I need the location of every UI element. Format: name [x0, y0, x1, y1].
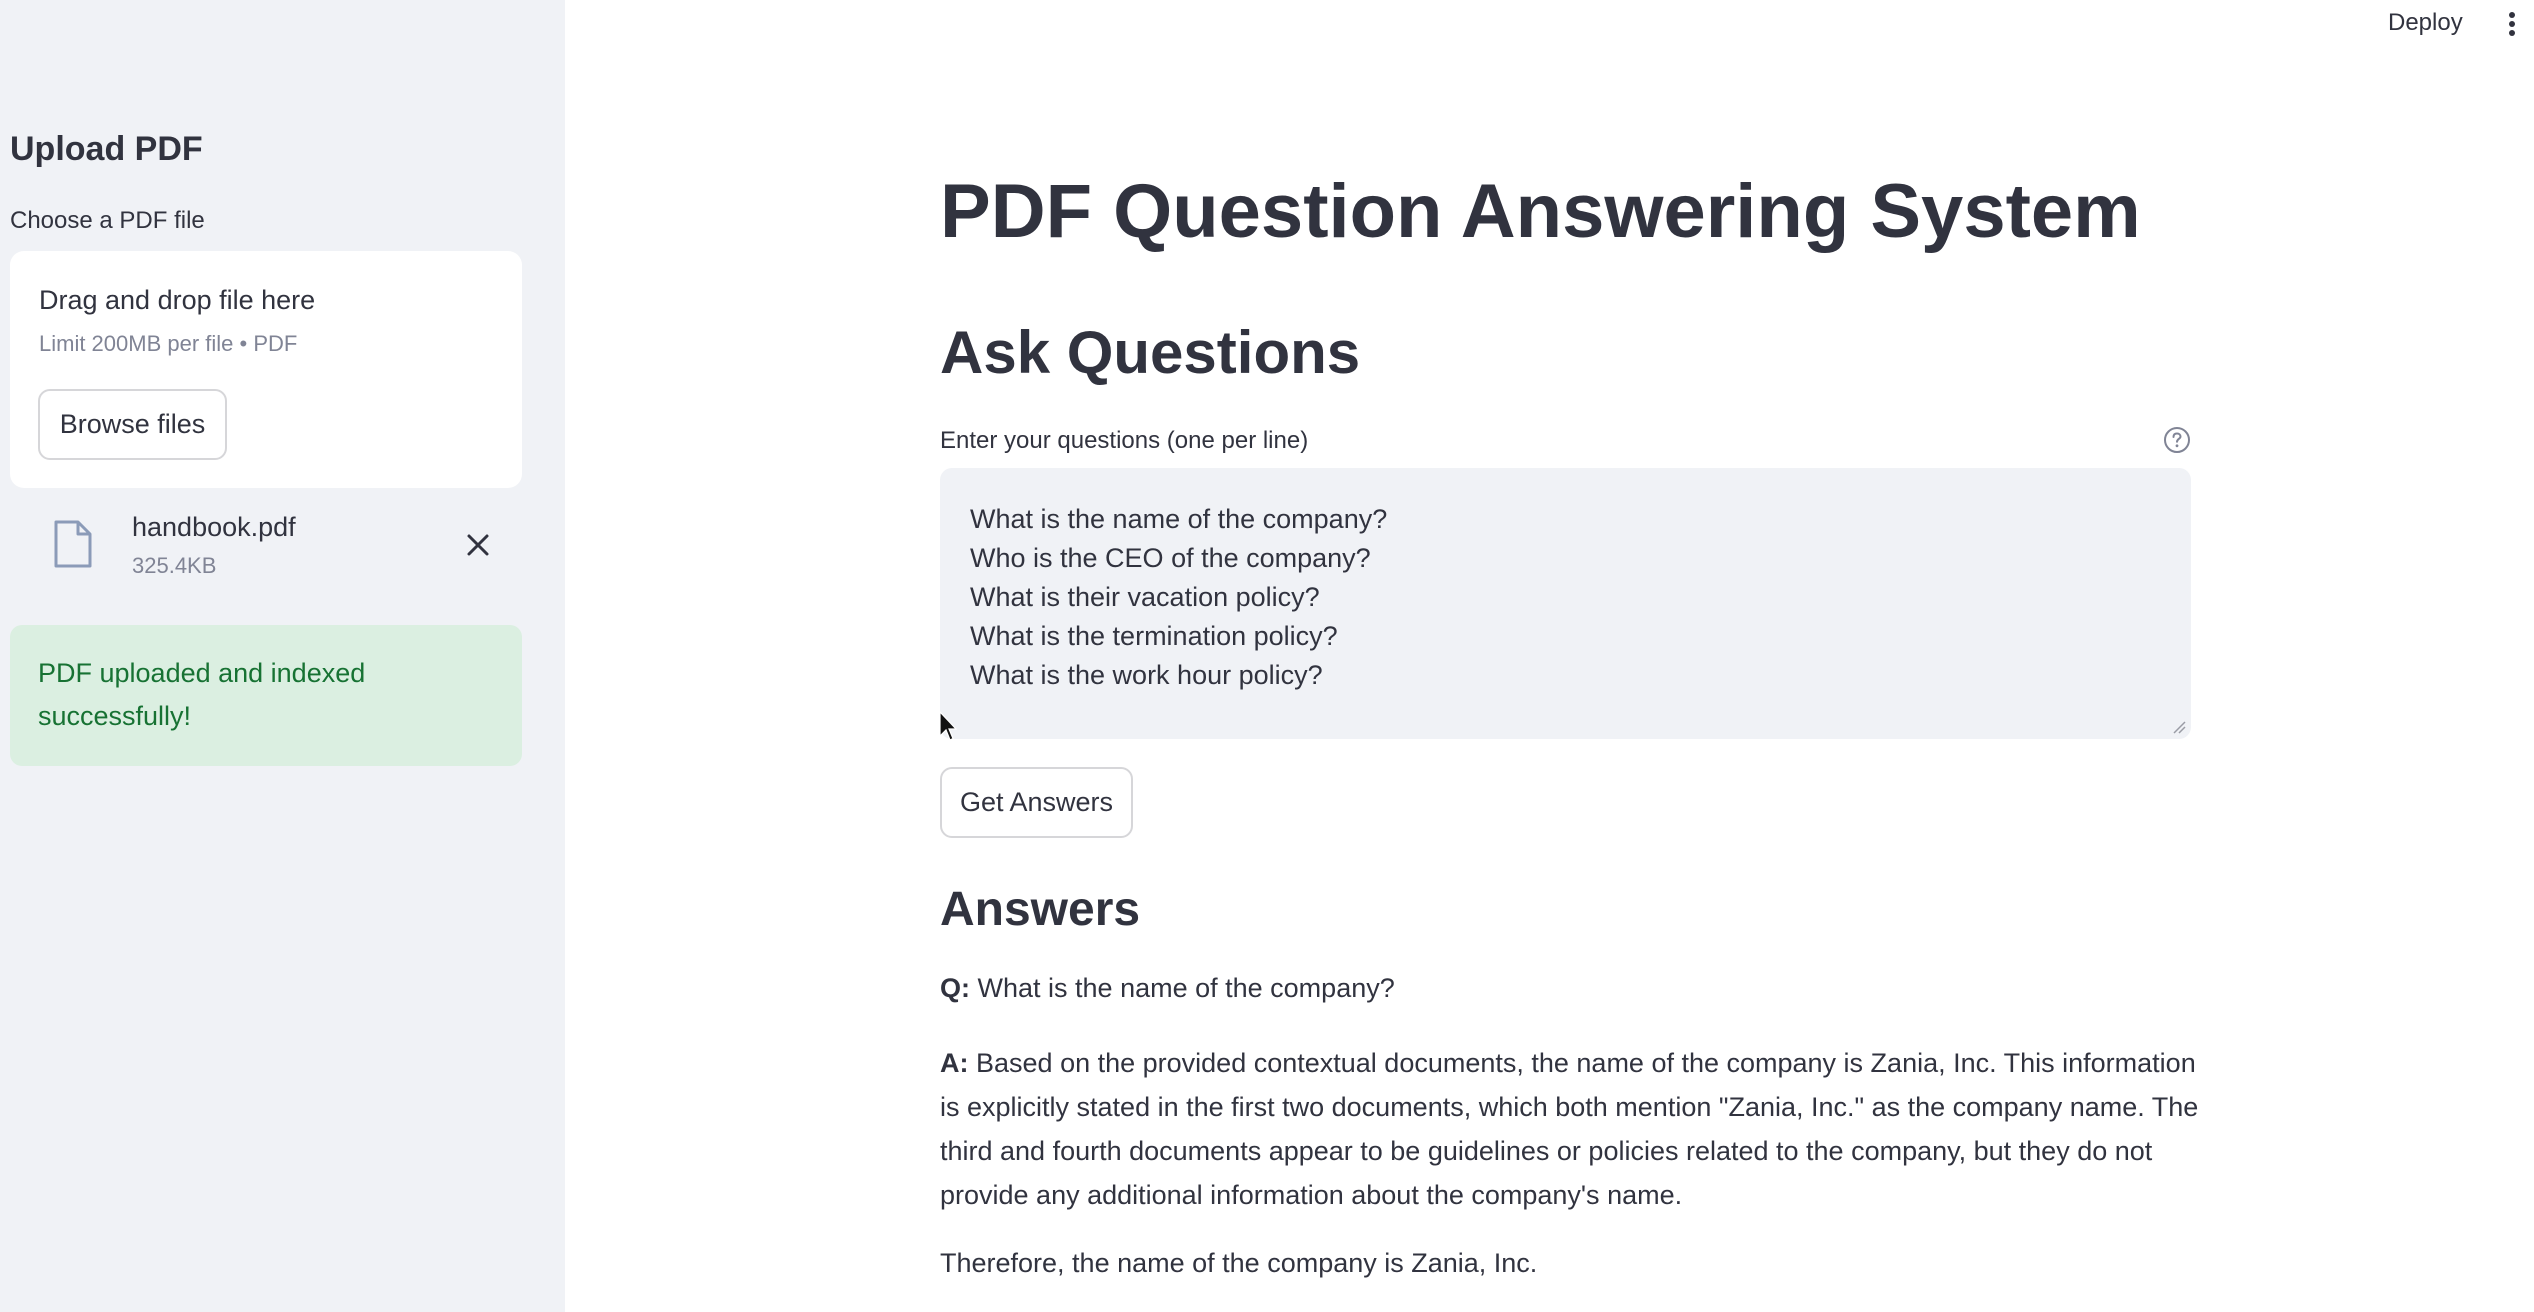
sidebar: Upload PDF Choose a PDF file Drag and dr…	[0, 0, 565, 1312]
file-name: handbook.pdf	[132, 512, 296, 542]
browse-files-button[interactable]: Browse files	[38, 389, 227, 460]
dropzone-limit: Limit 200MB per file • PDF	[39, 331, 298, 356]
sidebar-heading: Upload PDF	[10, 130, 203, 168]
questions-textarea[interactable]	[940, 468, 2191, 739]
uploader-label: Choose a PDF file	[10, 207, 205, 234]
page-title: PDF Question Answering System	[940, 169, 2141, 254]
uploaded-file: handbook.pdf 325.4KB	[10, 505, 522, 585]
answers-heading: Answers	[940, 883, 1141, 936]
question-prefix: Q:	[940, 973, 970, 1003]
answer-text-block: A: Based on the provided contextual docu…	[940, 1041, 2200, 1217]
file-icon	[52, 520, 94, 568]
close-icon[interactable]	[458, 525, 498, 565]
deploy-button[interactable]: Deploy	[2388, 9, 2463, 37]
help-icon[interactable]	[2163, 426, 2191, 454]
answer-text: Based on the provided contextual documen…	[940, 1048, 2199, 1210]
dropzone-title: Drag and drop file here	[39, 285, 316, 315]
mouse-cursor-icon	[938, 710, 958, 742]
file-size: 325.4KB	[132, 553, 217, 578]
resize-handle-icon[interactable]	[2172, 720, 2186, 734]
section-title: Ask Questions	[940, 319, 1361, 386]
questions-label: Enter your questions (one per line)	[940, 427, 1309, 454]
answer-question: Q: What is the name of the company?	[940, 973, 1395, 1004]
question-text: What is the name of the company?	[977, 973, 1395, 1003]
answer-prefix: A:	[940, 1048, 969, 1078]
answer-conclusion: Therefore, the name of the company is Za…	[940, 1248, 1538, 1278]
success-alert: PDF uploaded and indexed successfully!	[10, 625, 522, 766]
vertical-dots-icon[interactable]	[2500, 8, 2524, 40]
get-answers-button[interactable]: Get Answers	[940, 767, 1133, 838]
file-dropzone[interactable]: Drag and drop file here Limit 200MB per …	[10, 251, 522, 488]
